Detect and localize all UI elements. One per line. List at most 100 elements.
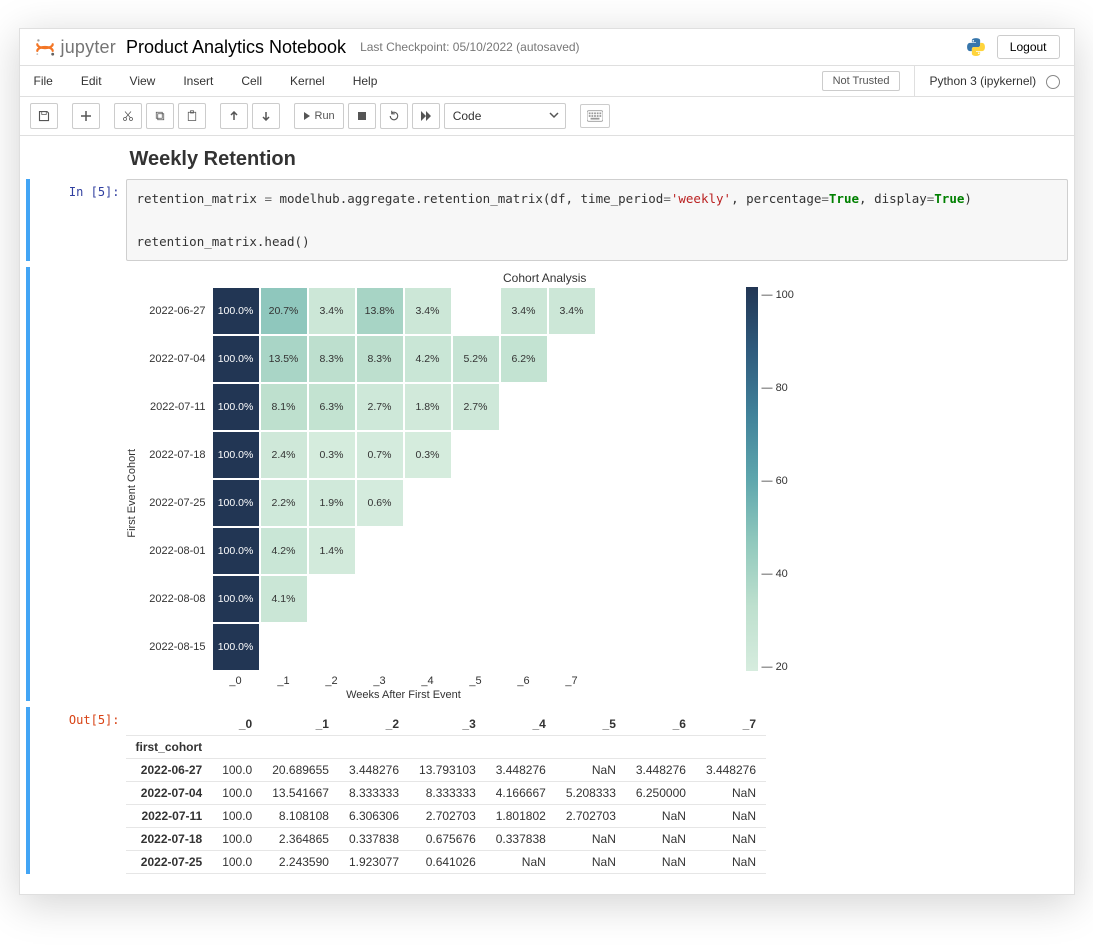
heatmap-cell [548, 479, 596, 527]
heatmap-cell [548, 623, 596, 671]
heatmap-x-tick: _2 [308, 675, 356, 687]
heatmap-row-label: 2022-07-04 [142, 335, 212, 383]
chart-ylabel: First Event Cohort [126, 449, 138, 538]
heatmap-cell [260, 623, 308, 671]
heatmap-cell [356, 575, 404, 623]
notebook-area: Weekly Retention In [5]: retention_matri… [20, 136, 1074, 894]
heatmap-cell: 4.2% [404, 335, 452, 383]
heatmap-x-tick: _4 [404, 675, 452, 687]
add-cell-button[interactable] [72, 103, 100, 129]
heatmap-cell [452, 287, 500, 335]
cut-button[interactable] [114, 103, 142, 129]
jupyter-wordmark: jupyter [61, 37, 116, 58]
heatmap-cell [548, 527, 596, 575]
heatmap-cell: 13.5% [260, 335, 308, 383]
heatmap-cell: 6.2% [500, 335, 548, 383]
heatmap-row-label: 2022-06-27 [142, 287, 212, 335]
table-col-header: _2 [339, 713, 409, 736]
python-icon [965, 36, 987, 58]
heatmap-cell: 2.7% [452, 383, 500, 431]
heatmap-row-label: 2022-07-18 [142, 431, 212, 479]
colorbar: 10080604020 [746, 287, 794, 675]
heatmap-cell [308, 623, 356, 671]
table-col-header: _5 [556, 713, 626, 736]
menu-cell[interactable]: Cell [227, 66, 276, 96]
table-col-header: _3 [409, 713, 486, 736]
heatmap-cell [452, 527, 500, 575]
heatmap-cell [548, 431, 596, 479]
notebook-title[interactable]: Product Analytics Notebook [126, 37, 346, 58]
heatmap-cell: 3.4% [308, 287, 356, 335]
trust-indicator[interactable]: Not Trusted [822, 71, 901, 91]
table-row: 2022-07-11100.08.1081086.3063062.7027031… [126, 804, 767, 827]
restart-run-all-button[interactable] [412, 103, 440, 129]
menu-edit[interactable]: Edit [67, 66, 116, 96]
heatmap-cell: 100.0% [212, 623, 260, 671]
chevron-down-icon [549, 110, 559, 120]
heatmap-cell: 100.0% [212, 383, 260, 431]
paste-button[interactable] [178, 103, 206, 129]
chart-xlabel: Weeks After First Event [212, 689, 596, 701]
menu-file[interactable]: File [34, 66, 67, 96]
menubar: FileEditViewInsertCellKernelHelp Not Tru… [20, 66, 1074, 97]
move-up-button[interactable] [220, 103, 248, 129]
heatmap-cell: 8.3% [308, 335, 356, 383]
heatmap-cell: 2.2% [260, 479, 308, 527]
command-palette-button[interactable] [580, 104, 610, 128]
run-button[interactable]: Run [294, 103, 344, 129]
plot-output: Cohort Analysis First Event Cohort 2022-… [126, 267, 794, 701]
kernel-name[interactable]: Python 3 (ipykernel) [914, 66, 1059, 96]
heatmap-cell [452, 623, 500, 671]
jupyter-icon [34, 36, 56, 58]
interrupt-button[interactable] [348, 103, 376, 129]
restart-button[interactable] [380, 103, 408, 129]
heatmap-cell [404, 575, 452, 623]
save-button[interactable] [30, 103, 58, 129]
heatmap-x-tick: _3 [356, 675, 404, 687]
heatmap-cell: 8.3% [356, 335, 404, 383]
menu-view[interactable]: View [116, 66, 170, 96]
menu-kernel[interactable]: Kernel [276, 66, 339, 96]
heatmap-cell: 0.3% [308, 431, 356, 479]
heatmap-cell [548, 383, 596, 431]
heatmap-cell [404, 479, 452, 527]
cell-type-select[interactable]: Code [444, 103, 566, 129]
heatmap-cell: 3.4% [548, 287, 596, 335]
heatmap-cell: 100.0% [212, 575, 260, 623]
heatmap-cell: 100.0% [212, 527, 260, 575]
heatmap-cell: 100.0% [212, 479, 260, 527]
heatmap-cell: 8.1% [260, 383, 308, 431]
menu-insert[interactable]: Insert [169, 66, 227, 96]
table-row: 2022-07-18100.02.3648650.3378380.6756760… [126, 827, 767, 850]
heatmap-cell: 100.0% [212, 335, 260, 383]
table-col-header: _1 [262, 713, 339, 736]
jupyter-logo-link[interactable]: jupyter [34, 36, 116, 58]
heatmap-cell: 1.9% [308, 479, 356, 527]
heatmap-cell [356, 623, 404, 671]
menu-help[interactable]: Help [339, 66, 392, 96]
code-input[interactable]: retention_matrix = modelhub.aggregate.re… [126, 179, 1068, 261]
table-row: 2022-07-25100.02.2435901.9230770.641026N… [126, 850, 767, 873]
table-row: 2022-07-04100.013.5416678.3333338.333333… [126, 781, 767, 804]
heatmap-cell: 13.8% [356, 287, 404, 335]
heatmap-cell: 0.3% [404, 431, 452, 479]
markdown-heading[interactable]: Weekly Retention [130, 148, 1068, 171]
heatmap-cell: 6.3% [308, 383, 356, 431]
out-prompt: Out[5]: [36, 707, 126, 874]
table-col-header: _7 [696, 713, 766, 736]
heatmap-cell: 100.0% [212, 431, 260, 479]
heatmap-cell [500, 623, 548, 671]
heatmap-row-label: 2022-08-15 [142, 623, 212, 671]
table-index-name: first_cohort [126, 735, 213, 758]
heatmap-cell: 3.4% [500, 287, 548, 335]
heatmap-cell [404, 527, 452, 575]
table-col-header: _6 [626, 713, 696, 736]
code-cell[interactable]: In [5]: retention_matrix = modelhub.aggr… [26, 179, 1068, 261]
heatmap-row-label: 2022-08-01 [142, 527, 212, 575]
heatmap-cell: 0.7% [356, 431, 404, 479]
heatmap-cell: 5.2% [452, 335, 500, 383]
copy-button[interactable] [146, 103, 174, 129]
move-down-button[interactable] [252, 103, 280, 129]
toolbar: Run Code [20, 97, 1074, 136]
logout-button[interactable]: Logout [997, 35, 1060, 59]
